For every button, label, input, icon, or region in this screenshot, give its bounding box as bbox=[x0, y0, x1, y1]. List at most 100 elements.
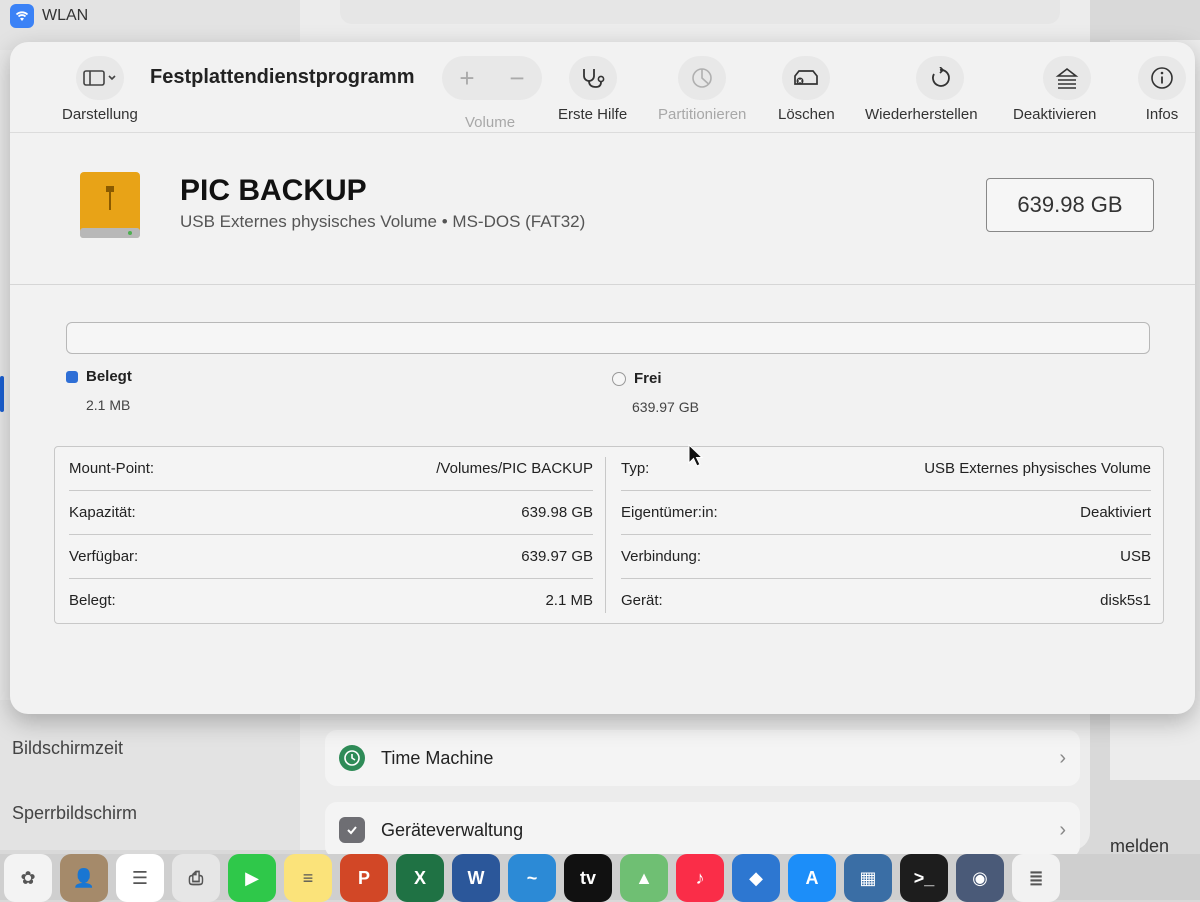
info-key: Typ: bbox=[621, 460, 650, 477]
info-value: USB bbox=[1120, 548, 1151, 565]
info-key: Verfügbar: bbox=[69, 548, 139, 565]
dock-printer-icon[interactable]: ⎙ bbox=[172, 854, 220, 902]
info-key: Verbindung: bbox=[621, 548, 702, 565]
minus-icon[interactable]: − bbox=[509, 65, 524, 91]
dock-maps-icon[interactable]: ▲ bbox=[620, 854, 668, 902]
first-aid-label: Erste Hilfe bbox=[558, 106, 628, 123]
info-table: Mount-Point: /Volumes/PIC BACKUP Kapazit… bbox=[54, 446, 1164, 624]
sidebar-toggle-icon bbox=[75, 56, 124, 100]
restore-label: Wiederherstellen bbox=[865, 106, 978, 123]
erase-button[interactable]: Löschen bbox=[778, 56, 835, 123]
used-swatch bbox=[66, 370, 78, 383]
info-button[interactable]: Infos bbox=[1138, 56, 1186, 123]
sidebar-item-screen-time[interactable]: Bildschirmzeit bbox=[12, 738, 123, 759]
toolbar: Darstellung Festplattendienstprogramm + … bbox=[10, 42, 1195, 133]
restore-arrow-icon bbox=[916, 56, 965, 100]
volume-name: PIC BACKUP bbox=[180, 174, 367, 207]
app-title: Festplattendienstprogramm bbox=[150, 66, 415, 88]
dock-excel-icon[interactable]: X bbox=[396, 854, 444, 902]
dock-disk-utility-icon[interactable]: ◉ bbox=[956, 854, 1004, 902]
legend-free: Frei 639.97 GB bbox=[612, 370, 699, 415]
card-label: Geräteverwaltung bbox=[381, 819, 524, 840]
dock-music-icon[interactable]: ♪ bbox=[676, 854, 724, 902]
partition-button[interactable]: Partitionieren bbox=[658, 56, 746, 123]
external-drive-icon bbox=[78, 170, 142, 242]
card-label: Time Machine bbox=[381, 747, 494, 768]
sidebar-item-wlan[interactable]: WLAN bbox=[10, 4, 88, 28]
unmount-button[interactable]: Deaktivieren bbox=[1013, 56, 1096, 123]
partition-label: Partitionieren bbox=[658, 106, 747, 123]
info-row-device: Gerät: disk5s1 bbox=[621, 579, 1151, 622]
info-key: Mount-Point: bbox=[69, 460, 155, 477]
sidebar-item-label: WLAN bbox=[42, 7, 89, 24]
sidebar-item-lock-screen[interactable]: Sperrbildschirm bbox=[12, 803, 137, 824]
used-value: 2.1 MB bbox=[86, 397, 131, 413]
stethoscope-icon bbox=[568, 56, 617, 100]
first-aid-button[interactable]: Erste Hilfe bbox=[558, 56, 627, 123]
used-label: Belegt bbox=[86, 368, 132, 385]
usage-bar bbox=[66, 322, 1150, 354]
erase-label: Löschen bbox=[778, 106, 835, 123]
dock-reminders-icon[interactable]: ☰ bbox=[116, 854, 164, 902]
plus-icon[interactable]: + bbox=[459, 65, 474, 91]
info-value: Deaktiviert bbox=[1080, 504, 1151, 521]
info-column-left: Mount-Point: /Volumes/PIC BACKUP Kapazit… bbox=[55, 447, 605, 623]
dock-facetime-icon[interactable]: ▶ bbox=[228, 854, 276, 902]
disk-utility-window: Darstellung Festplattendienstprogramm + … bbox=[10, 42, 1195, 714]
dock-apple-tv-icon[interactable]: tv bbox=[564, 854, 612, 902]
info-value: 2.1 MB bbox=[545, 592, 593, 609]
info-row-mount-point: Mount-Point: /Volumes/PIC BACKUP bbox=[69, 447, 593, 491]
volume-subtitle: USB Externes physisches Volume • MS-DOS … bbox=[180, 212, 586, 231]
unmount-label: Deaktivieren bbox=[1013, 106, 1097, 123]
dock-notes-icon[interactable]: ≡ bbox=[284, 854, 332, 902]
dock: ✿ 👤 ☰ ⎙ ▶ ≡ P X W ~ tv ▲ ♪ ◆ A ▦ >_ ◉ ≣ bbox=[0, 854, 1200, 902]
dock-contacts-icon[interactable]: 👤 bbox=[60, 854, 108, 902]
dock-word-icon[interactable]: W bbox=[452, 854, 500, 902]
volume-size-badge: 639.98 GB bbox=[986, 178, 1154, 232]
info-row-connection: Verbindung: USB bbox=[621, 535, 1151, 579]
info-column-right: Typ: USB Externes physisches Volume Eige… bbox=[607, 447, 1163, 623]
selection-indicator bbox=[0, 376, 4, 412]
info-row-used: Belegt: 2.1 MB bbox=[69, 579, 593, 622]
info-value: /Volumes/PIC BACKUP bbox=[436, 460, 593, 477]
view-button[interactable]: Darstellung bbox=[62, 56, 138, 123]
volume-header: PIC BACKUP USB Externes physisches Volum… bbox=[10, 134, 1195, 285]
info-value: disk5s1 bbox=[1100, 592, 1151, 609]
settings-card-device-management[interactable]: Geräteverwaltung › bbox=[325, 802, 1080, 858]
pie-chart-icon bbox=[678, 56, 727, 100]
time-machine-icon bbox=[339, 745, 365, 771]
info-label: Infos bbox=[1145, 106, 1179, 123]
info-row-owners: Eigentümer:in: Deaktiviert bbox=[621, 491, 1151, 535]
dock-calculator-icon[interactable]: ▦ bbox=[844, 854, 892, 902]
restore-button[interactable]: Wiederherstellen bbox=[865, 56, 978, 123]
chevron-right-icon: › bbox=[1059, 746, 1066, 769]
dock-app-store-icon[interactable]: A bbox=[788, 854, 836, 902]
info-row-capacity: Kapazität: 639.98 GB bbox=[69, 491, 593, 535]
dock-textedit-icon[interactable]: ≣ bbox=[1012, 854, 1060, 902]
free-value: 639.97 GB bbox=[632, 399, 699, 415]
background-topbar bbox=[340, 0, 1060, 24]
settings-card-time-machine[interactable]: Time Machine › bbox=[325, 730, 1080, 786]
erase-drive-icon bbox=[782, 56, 831, 100]
dock-terminal-icon[interactable]: >_ bbox=[900, 854, 948, 902]
info-value: 639.97 GB bbox=[521, 548, 593, 565]
info-value: USB Externes physisches Volume bbox=[924, 460, 1151, 477]
info-key: Belegt: bbox=[69, 592, 116, 609]
dock-photos-icon[interactable]: ✿ bbox=[4, 854, 52, 902]
dock-keynote-icon[interactable]: ◆ bbox=[732, 854, 780, 902]
info-key: Eigentümer:in: bbox=[621, 504, 718, 521]
volume-add-remove-group[interactable]: + − bbox=[442, 56, 542, 100]
info-value: 639.98 GB bbox=[521, 504, 593, 521]
free-label: Frei bbox=[634, 370, 662, 387]
checkmark-shield-icon bbox=[339, 817, 365, 843]
info-divider bbox=[605, 457, 606, 613]
info-row-available: Verfügbar: 639.97 GB bbox=[69, 535, 593, 579]
legend-used: Belegt 2.1 MB bbox=[66, 368, 132, 413]
dock-freeform-icon[interactable]: ~ bbox=[508, 854, 556, 902]
mouse-cursor-icon bbox=[688, 444, 704, 467]
info-key: Gerät: bbox=[621, 592, 663, 609]
chevron-right-icon: › bbox=[1059, 818, 1066, 841]
dock-powerpoint-icon[interactable]: P bbox=[340, 854, 388, 902]
info-key: Kapazität: bbox=[69, 504, 136, 521]
free-swatch bbox=[612, 371, 626, 386]
